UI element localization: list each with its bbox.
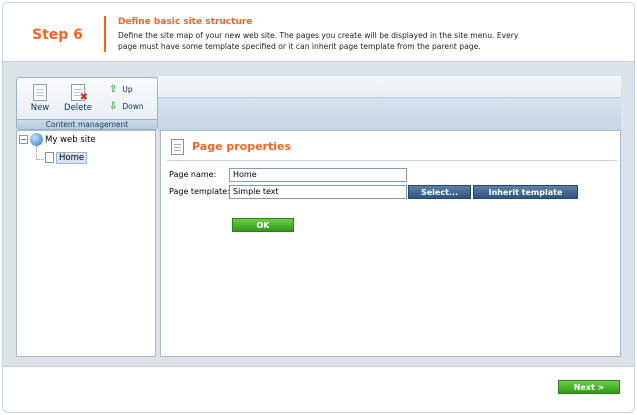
down-button[interactable]: ⇩ Down bbox=[109, 101, 144, 112]
page-name-input[interactable]: Home bbox=[229, 168, 407, 182]
delete-page-icon: ✖ bbox=[71, 84, 88, 103]
arrow-up-icon: ⇧ bbox=[109, 84, 118, 95]
page-properties-title: Page properties bbox=[192, 140, 292, 153]
delete-button-label: Delete bbox=[64, 103, 92, 113]
new-page-icon bbox=[33, 84, 47, 101]
wizard-frame: Step 6 Define basic site structure Defin… bbox=[2, 2, 635, 413]
page-template-input[interactable]: Simple text bbox=[229, 185, 407, 199]
tree-root-node[interactable]: − My web site bbox=[19, 133, 96, 146]
new-button-label: New bbox=[30, 103, 50, 113]
page-properties-icon bbox=[171, 139, 184, 155]
page-icon bbox=[45, 152, 54, 163]
tree-item-label: Home bbox=[56, 152, 88, 164]
toolbar-group-label: Content management bbox=[17, 119, 157, 129]
up-button-label: Up bbox=[122, 85, 133, 94]
wizard-header: Step 6 Define basic site structure Defin… bbox=[3, 3, 634, 61]
ok-button[interactable]: OK bbox=[232, 218, 294, 232]
page-template-label: Page template: bbox=[169, 187, 230, 196]
site-tree: − My web site Home bbox=[16, 130, 156, 357]
page-properties-panel: Page properties Page name: Home Page tem… bbox=[160, 130, 621, 357]
tree-root-label: My web site bbox=[45, 135, 96, 145]
step-title: Define basic site structure bbox=[118, 17, 253, 27]
step-description: Define the site map of your new web site… bbox=[118, 31, 519, 51]
next-button[interactable]: Next > bbox=[558, 380, 620, 394]
new-button[interactable]: New bbox=[27, 84, 53, 113]
down-button-label: Down bbox=[122, 102, 144, 111]
title-divider bbox=[167, 160, 617, 161]
toolbar-band bbox=[158, 76, 621, 132]
header-divider bbox=[104, 16, 106, 52]
arrow-down-icon: ⇩ bbox=[109, 101, 118, 112]
up-button[interactable]: ⇧ Up bbox=[109, 84, 133, 95]
tree-item-home[interactable]: Home bbox=[45, 152, 88, 164]
page-name-label: Page name: bbox=[169, 170, 217, 179]
content-area: New ✖ Delete ⇧ Up ⇩ Down Content managemen… bbox=[3, 61, 634, 367]
delete-button[interactable]: ✖ Delete bbox=[61, 84, 95, 113]
globe-icon bbox=[30, 133, 43, 146]
content-management-toolbar: New ✖ Delete ⇧ Up ⇩ Down Content managemen… bbox=[16, 77, 158, 130]
inherit-template-button[interactable]: Inherit template bbox=[473, 185, 578, 199]
select-template-button[interactable]: Select... bbox=[408, 185, 471, 199]
step-label: Step 6 bbox=[32, 27, 83, 43]
collapse-toggle-icon[interactable]: − bbox=[19, 135, 28, 144]
